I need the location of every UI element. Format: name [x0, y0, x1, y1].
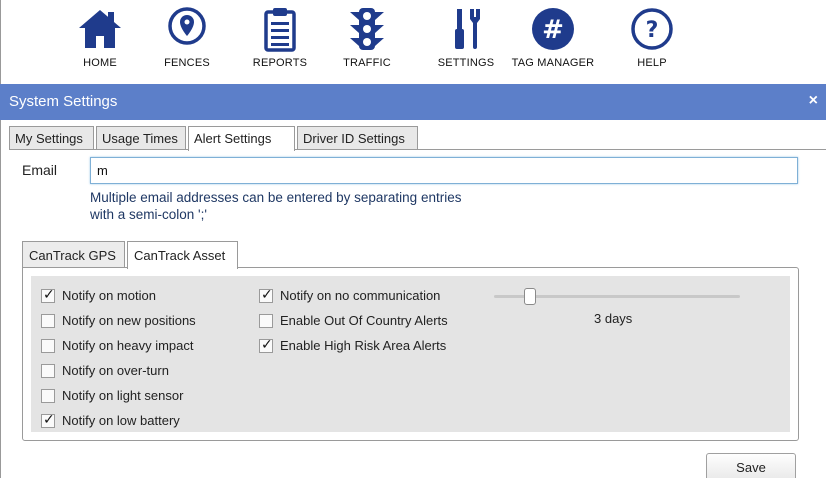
- alert-options-box: Notify on motion Notify on new positions…: [22, 267, 799, 441]
- clipboard-icon: [264, 8, 296, 52]
- tools-icon: [455, 9, 480, 49]
- out-of-country-alerts-checkbox[interactable]: Enable Out Of Country Alerts: [259, 313, 448, 328]
- toolbar-label: FENCES: [164, 57, 210, 69]
- checkbox-unchecked-icon[interactable]: [41, 338, 55, 353]
- notify-over-turn-checkbox[interactable]: Notify on over-turn: [41, 363, 169, 378]
- checkbox-checked-icon[interactable]: [41, 412, 55, 428]
- checkbox-unchecked-icon[interactable]: [259, 313, 273, 328]
- window-title: System Settings: [9, 93, 118, 110]
- email-label: Email: [22, 162, 58, 178]
- high-risk-area-alerts-checkbox[interactable]: Enable High Risk Area Alerts: [259, 337, 447, 353]
- checkbox-label: Enable High Risk Area Alerts: [280, 338, 447, 353]
- checkbox-checked-icon[interactable]: [259, 287, 273, 303]
- email-hint: Multiple email addresses can be entered …: [90, 189, 590, 223]
- main-toolbar: HOME FENCES REPORTS TRAFFIC SETTINGS # T…: [0, 0, 826, 84]
- traffic-light-icon: [350, 8, 384, 50]
- home-icon: [79, 10, 121, 48]
- toolbar-label: HOME: [83, 57, 117, 69]
- tab-usage-times[interactable]: Usage Times: [96, 126, 186, 150]
- tab-driver-id-settings[interactable]: Driver ID Settings: [297, 126, 418, 150]
- toolbar-traffic[interactable]: TRAFFIC: [342, 6, 392, 69]
- email-hint-line: Multiple email addresses can be entered …: [90, 190, 462, 205]
- notify-heavy-impact-checkbox[interactable]: Notify on heavy impact: [41, 338, 194, 353]
- svg-text:?: ?: [646, 18, 659, 43]
- question-icon: ?: [631, 8, 673, 50]
- svg-text:#: #: [542, 15, 564, 45]
- tab-cantrack-asset[interactable]: CanTrack Asset: [127, 241, 238, 269]
- checkbox-unchecked-icon[interactable]: [41, 388, 55, 403]
- slider-thumb[interactable]: [524, 288, 536, 305]
- save-button[interactable]: Save: [706, 453, 796, 478]
- checkbox-label: Notify on heavy impact: [62, 338, 194, 353]
- toolbar-tag-manager[interactable]: # TAG MANAGER: [509, 6, 597, 69]
- checkbox-label: Notify on low battery: [62, 413, 180, 428]
- notify-no-communication-checkbox[interactable]: Notify on no communication: [259, 287, 441, 303]
- slider-value: 3 days: [594, 311, 633, 326]
- checkbox-label: Notify on over-turn: [62, 363, 169, 378]
- email-field[interactable]: [90, 157, 798, 184]
- toolbar-label: TRAFFIC: [343, 57, 391, 69]
- checkbox-checked-icon[interactable]: [259, 337, 273, 353]
- no-communication-slider[interactable]: [494, 288, 740, 306]
- tab-cantrack-gps[interactable]: CanTrack GPS: [22, 241, 125, 268]
- toolbar-reports[interactable]: REPORTS: [249, 6, 311, 69]
- alert-options: Notify on motion Notify on new positions…: [31, 276, 790, 432]
- checkbox-label: Notify on new positions: [62, 313, 196, 328]
- toolbar-label: HELP: [637, 57, 667, 69]
- notify-light-sensor-checkbox[interactable]: Notify on light sensor: [41, 388, 183, 403]
- tab-alert-settings[interactable]: Alert Settings: [188, 126, 295, 151]
- notify-new-positions-checkbox[interactable]: Notify on new positions: [41, 313, 196, 328]
- window-titlebar: System Settings ×: [0, 84, 826, 120]
- checkbox-label: Notify on no communication: [280, 288, 441, 303]
- checkbox-unchecked-icon[interactable]: [41, 313, 55, 328]
- toolbar-label: TAG MANAGER: [511, 57, 595, 69]
- checkbox-checked-icon[interactable]: [41, 287, 55, 303]
- settings-panel: My Settings Usage Times Alert Settings D…: [0, 120, 826, 478]
- checkbox-label: Notify on motion: [62, 288, 156, 303]
- tab-divider: [9, 149, 826, 150]
- tab-my-settings[interactable]: My Settings: [9, 126, 94, 150]
- map-pin-icon: [168, 7, 206, 45]
- toolbar-home[interactable]: HOME: [76, 6, 124, 69]
- toolbar-settings[interactable]: SETTINGS: [432, 6, 500, 69]
- checkbox-label: Notify on light sensor: [62, 388, 184, 403]
- close-icon[interactable]: ×: [809, 92, 818, 110]
- toolbar-label: REPORTS: [252, 57, 308, 69]
- notify-low-battery-checkbox[interactable]: Notify on low battery: [41, 412, 180, 428]
- toolbar-label: SETTINGS: [437, 57, 495, 69]
- toolbar-fences[interactable]: FENCES: [161, 6, 213, 69]
- checkbox-label: Enable Out Of Country Alerts: [280, 313, 448, 328]
- email-hint-line: with a semi-colon ';': [90, 207, 207, 222]
- notify-motion-checkbox[interactable]: Notify on motion: [41, 287, 156, 303]
- toolbar-help[interactable]: ? HELP: [629, 6, 675, 69]
- hashtag-icon: #: [532, 8, 574, 50]
- checkbox-unchecked-icon[interactable]: [41, 363, 55, 378]
